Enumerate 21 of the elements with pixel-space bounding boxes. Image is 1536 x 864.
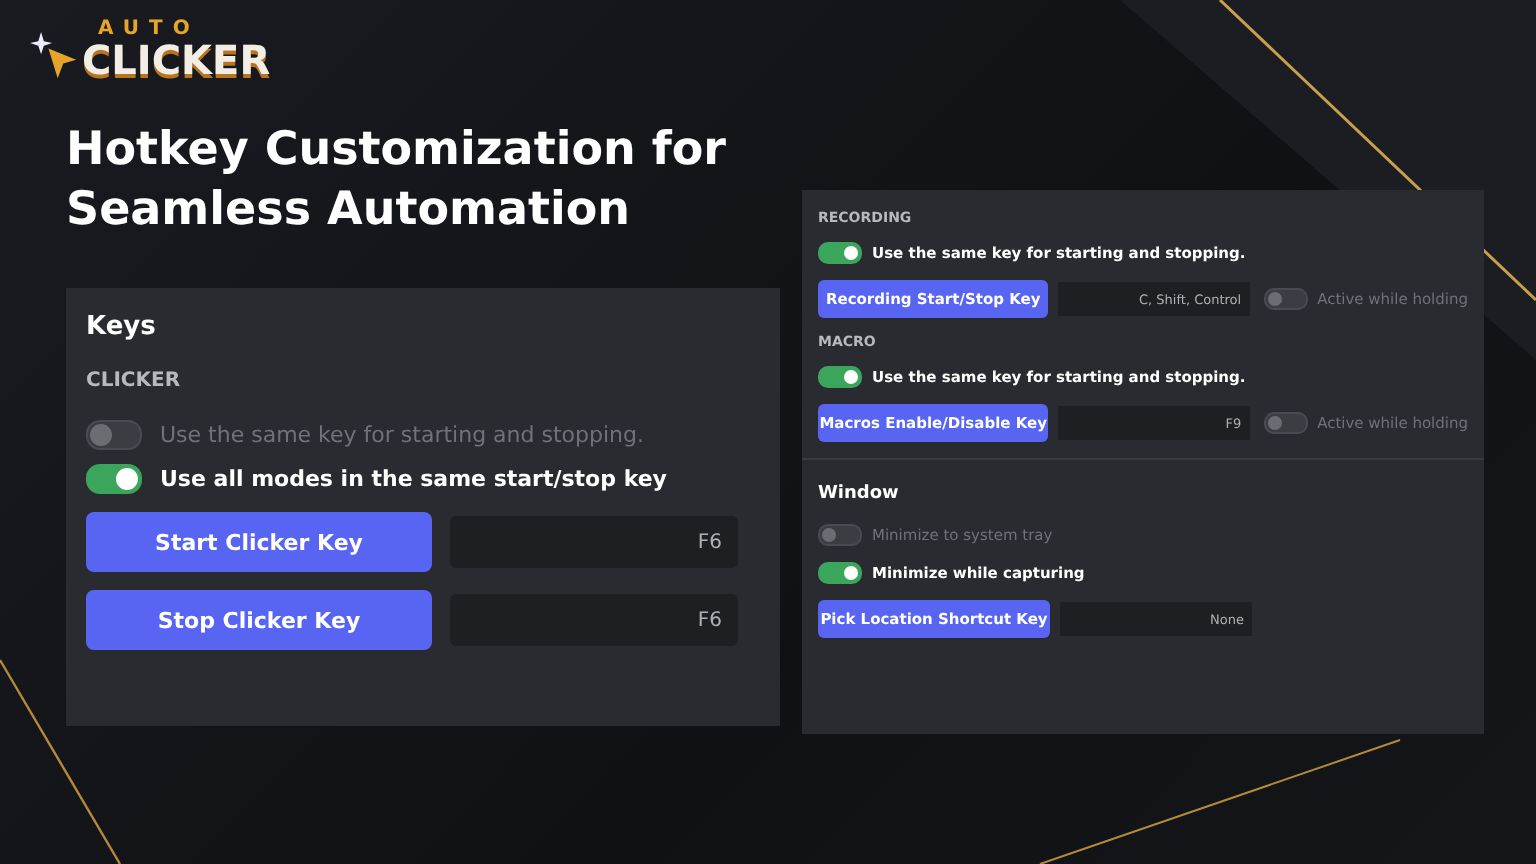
toggle-label: Use all modes in the same start/stop key [160, 466, 667, 492]
toggle-switch[interactable] [1263, 288, 1308, 310]
logo-text: AUTO [98, 20, 202, 40]
hotkey-button[interactable]: Stop Clicker Key [86, 590, 432, 650]
toggle-switch[interactable] [86, 464, 142, 494]
section-title: Window [818, 484, 901, 504]
toggle-switch[interactable] [818, 366, 862, 388]
cursor-sparkle-icon [30, 32, 78, 80]
toggle-switch[interactable] [86, 420, 142, 450]
logo-text: CLICKER [82, 40, 271, 80]
hotkey-field[interactable]: F6 [450, 516, 738, 568]
panel-title: Keys [86, 312, 158, 342]
section-label: CLICKER [86, 370, 183, 392]
headline: Hotkey Customization for Seamless Automation [66, 122, 729, 240]
toggle-switch[interactable] [818, 562, 862, 584]
toggle-label: Use the same key for starting and stopping. [160, 422, 644, 448]
toggle-switch[interactable] [818, 242, 862, 264]
hotkey-field[interactable]: F6 [450, 594, 738, 646]
hotkey-button[interactable]: Start Clicker Key [86, 512, 432, 572]
toggle-switch[interactable] [1263, 412, 1308, 434]
toggle-switch[interactable] [818, 524, 862, 546]
